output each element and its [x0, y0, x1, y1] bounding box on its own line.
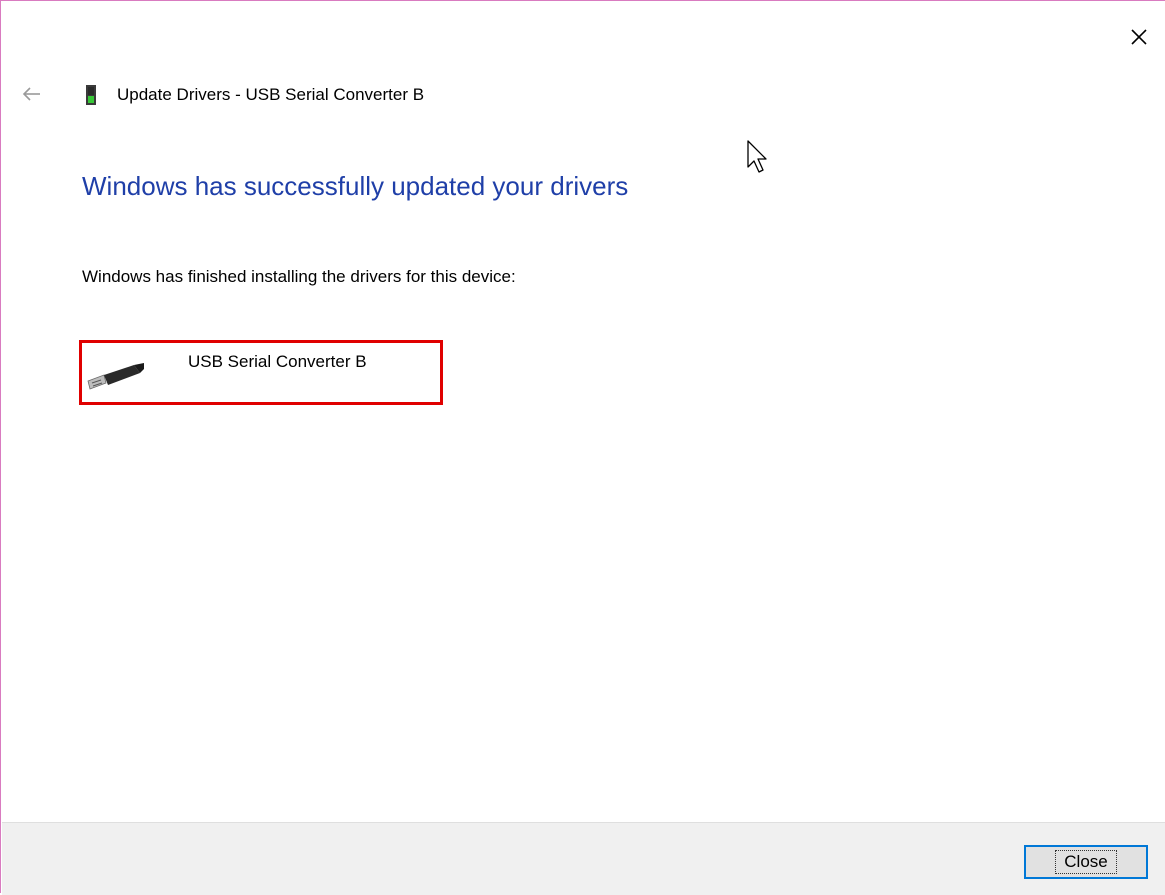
device-icon — [86, 85, 96, 105]
close-button-label: Close — [1055, 850, 1117, 874]
window-title: Update Drivers - USB Serial Converter B — [117, 85, 425, 104]
success-heading: Windows has successfully updated your dr… — [82, 171, 629, 201]
device-name: USB Serial Converter B — [188, 352, 367, 371]
update-drivers-window: Update Drivers - USB Serial Converter B … — [0, 0, 1165, 895]
close-icon[interactable] — [1127, 25, 1151, 49]
finished-message: Windows has finished installing the driv… — [82, 267, 516, 286]
usb-plug-icon — [87, 363, 144, 390]
device-highlight-box: USB Serial Converter B — [79, 340, 443, 405]
close-button[interactable]: Close — [1024, 845, 1148, 879]
mouse-cursor-icon — [747, 140, 767, 173]
dialog-footer: Close — [2, 822, 1165, 895]
back-arrow-icon[interactable] — [21, 85, 43, 103]
